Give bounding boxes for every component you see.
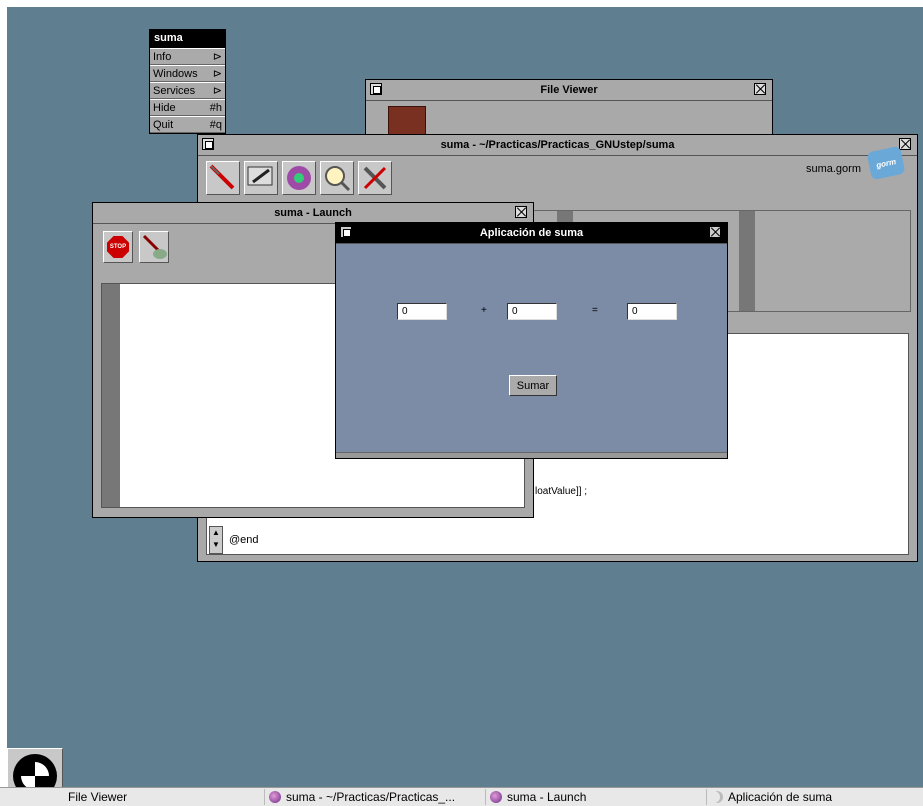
window-title: suma - Launch bbox=[274, 207, 352, 219]
task-label: Aplicación de suma bbox=[728, 790, 833, 804]
task-suma-launch[interactable]: suma - Launch bbox=[485, 789, 586, 805]
taskbar: File Viewer suma - ~/Practicas/Practicas… bbox=[0, 787, 923, 806]
window-title: suma - ~/Practicas/Practicas_GNUstep/sum… bbox=[440, 139, 675, 151]
broom-icon bbox=[142, 234, 167, 259]
miniaturize-button[interactable] bbox=[202, 138, 214, 150]
miniaturize-button[interactable] bbox=[370, 83, 382, 95]
moon-icon bbox=[711, 791, 723, 803]
menu-item-label: Quit bbox=[153, 118, 174, 131]
stop-text: STOP bbox=[109, 244, 127, 250]
menu-item-label: Info bbox=[153, 50, 172, 63]
stop-button[interactable]: STOP bbox=[103, 231, 133, 263]
equals-label: = bbox=[592, 305, 598, 316]
settings-tool-icon[interactable] bbox=[358, 161, 392, 195]
close-button[interactable] bbox=[754, 83, 766, 95]
operand-b-field[interactable]: 0 bbox=[507, 303, 557, 320]
task-label: File Viewer bbox=[68, 790, 128, 804]
menu-item-hide[interactable]: Hide #h bbox=[150, 99, 225, 116]
menu-item-info[interactable]: Info ⊳ bbox=[150, 48, 225, 65]
scroll-arrows[interactable]: ▲ ▼ bbox=[209, 526, 223, 554]
code-end: @end bbox=[229, 534, 259, 546]
file-viewer-window: File Viewer bbox=[365, 79, 773, 140]
resize-bar[interactable] bbox=[336, 452, 727, 458]
suma-app-titlebar[interactable]: Aplicación de suma bbox=[336, 223, 727, 244]
suma-app-window: Aplicación de suma 0 + 0 = 0 Sumar bbox=[335, 222, 728, 459]
window-title: File Viewer bbox=[540, 84, 598, 96]
file-viewer-titlebar[interactable]: File Viewer bbox=[366, 80, 772, 101]
gorm-badge-text: gorm bbox=[875, 156, 897, 170]
menu-item-label: Windows bbox=[153, 67, 198, 80]
project-titlebar[interactable]: suma - ~/Practicas/Practicas_GNUstep/sum… bbox=[198, 135, 917, 156]
submenu-arrow-icon: ⊳ bbox=[212, 68, 222, 80]
gorm-badge-icon[interactable]: gorm bbox=[866, 145, 906, 181]
log-scroller[interactable] bbox=[102, 284, 120, 507]
sumar-button[interactable]: Sumar bbox=[509, 375, 557, 396]
menu-item-label: Services bbox=[153, 84, 196, 97]
wrench-icon bbox=[363, 166, 387, 190]
close-button[interactable] bbox=[709, 226, 721, 238]
task-suma-app[interactable]: Aplicación de suma bbox=[706, 789, 832, 805]
gorm-tool-icon[interactable] bbox=[282, 161, 316, 195]
task-label: suma - Launch bbox=[507, 790, 587, 804]
menu-item-label: Hide bbox=[153, 101, 176, 114]
build-tool-icon[interactable] bbox=[206, 161, 240, 195]
magnifier-icon bbox=[325, 166, 351, 192]
task-label: suma - ~/Practicas/Practicas_... bbox=[286, 790, 456, 804]
disk-icon bbox=[287, 166, 311, 190]
find-tool-icon[interactable] bbox=[320, 161, 354, 195]
operand-a-field[interactable]: 0 bbox=[397, 303, 447, 320]
app-menu: suma Info ⊳ Windows ⊳ Services ⊳ Hide #h Qui… bbox=[149, 29, 226, 134]
launch-titlebar[interactable]: suma - Launch bbox=[93, 203, 533, 224]
gorm-file-label[interactable]: suma.gorm bbox=[806, 163, 861, 175]
editor-tool-icon[interactable] bbox=[244, 161, 278, 195]
task-suma-project[interactable]: suma - ~/Practicas/Practicas_... bbox=[264, 789, 455, 805]
miniaturize-button[interactable] bbox=[340, 226, 352, 238]
window-title: Aplicación de suma bbox=[479, 227, 584, 239]
app-menu-title[interactable]: suma bbox=[150, 30, 225, 48]
task-file-viewer[interactable]: File Viewer bbox=[64, 789, 127, 805]
screwdriver-icon bbox=[209, 164, 235, 190]
plus-label: + bbox=[481, 305, 487, 316]
menu-item-windows[interactable]: Windows ⊳ bbox=[150, 65, 225, 82]
close-button[interactable] bbox=[899, 138, 911, 150]
menu-item-services[interactable]: Services ⊳ bbox=[150, 82, 225, 99]
menu-shortcut: #h bbox=[209, 101, 222, 114]
gorm-app-icon bbox=[269, 791, 281, 803]
menu-item-quit[interactable]: Quit #q bbox=[150, 116, 225, 133]
close-button[interactable] bbox=[515, 206, 527, 218]
gorm-app-icon bbox=[490, 791, 502, 803]
browser-scroller[interactable] bbox=[739, 211, 755, 311]
result-field[interactable]: 0 bbox=[627, 303, 677, 320]
monitor-pen-icon bbox=[247, 166, 273, 186]
menu-shortcut: #q bbox=[209, 118, 222, 131]
submenu-arrow-icon: ⊳ bbox=[212, 85, 222, 97]
code-line: loatValue]] ; bbox=[535, 486, 588, 497]
stop-icon: STOP bbox=[107, 236, 129, 258]
clean-button[interactable] bbox=[139, 231, 169, 263]
submenu-arrow-icon: ⊳ bbox=[212, 51, 222, 63]
